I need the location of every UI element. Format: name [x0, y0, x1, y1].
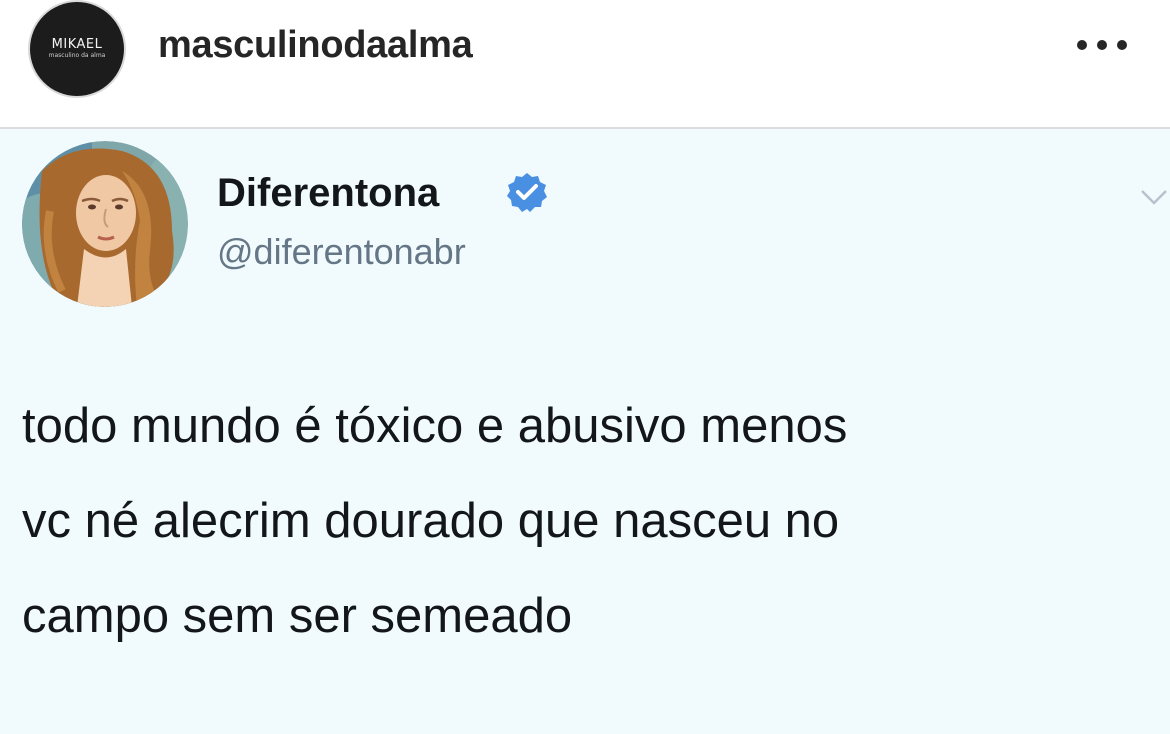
- tweet-display-name[interactable]: Diferentona: [217, 171, 439, 216]
- more-dots-icon[interactable]: [1072, 30, 1132, 60]
- chevron-down-icon[interactable]: [1138, 185, 1170, 209]
- tweet-text-line: todo mundo é tóxico e abusivo menos: [22, 399, 848, 453]
- avatar-logo-subtext: masculino da alma: [48, 52, 106, 59]
- tweet-handle[interactable]: @diferentonabr: [217, 231, 466, 273]
- verified-badge-icon: [507, 173, 547, 212]
- tweet-text-line: campo sem ser semeado: [22, 589, 573, 643]
- screenshot-frame: MIKAEL masculino da alma masculinodaalma: [0, 0, 1170, 734]
- avatar-logo-text: MIKAEL: [51, 37, 103, 52]
- post-username[interactable]: masculinodaalma: [158, 24, 473, 67]
- tweet-text-line: vc né alecrim dourado que nasceu no: [22, 494, 840, 548]
- tweet-card: Diferentona @diferentonabr todo mundo é …: [0, 129, 1170, 734]
- tweet-avatar[interactable]: [22, 141, 188, 307]
- profile-avatar[interactable]: MIKAEL masculino da alma: [30, 2, 124, 96]
- post-header: MIKAEL masculino da alma masculinodaalma: [0, 0, 1170, 127]
- tweet-text: todo mundo é tóxico e abusivo menos vc n…: [22, 379, 1162, 664]
